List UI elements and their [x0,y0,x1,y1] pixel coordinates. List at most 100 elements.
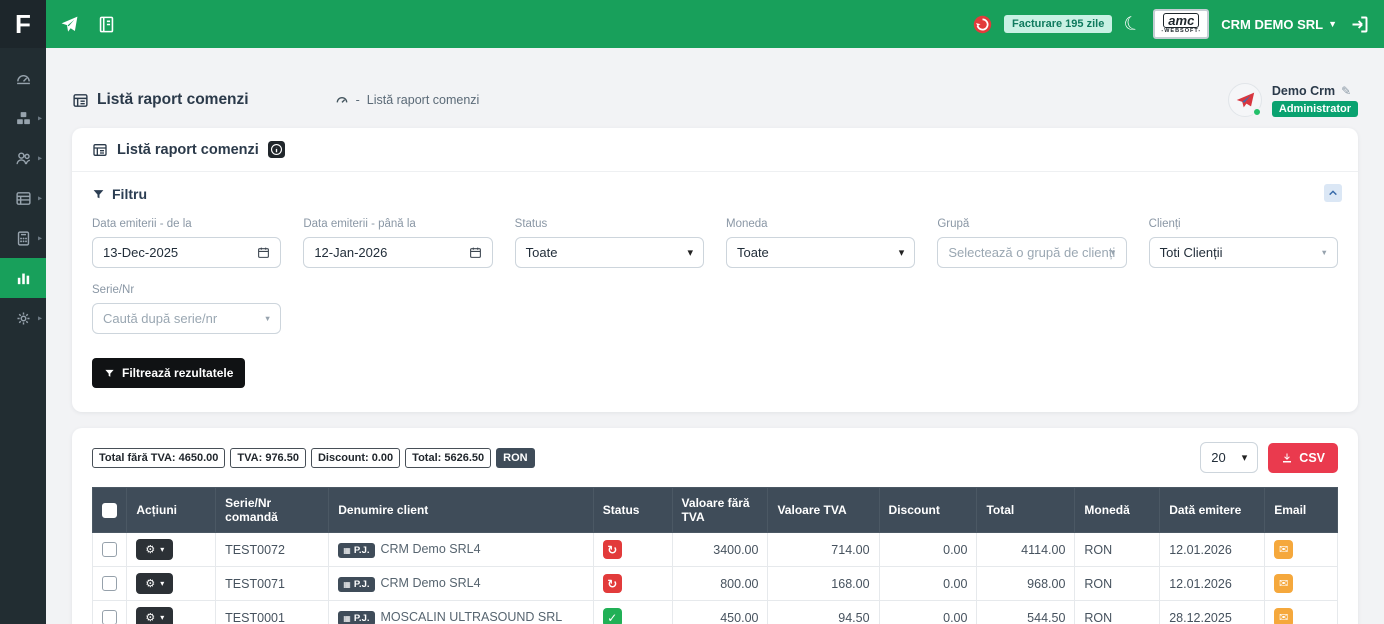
row-actions-button[interactable]: ⚙▾ [136,539,173,560]
grupa-select[interactable]: Selectează o grupă de clienți [937,237,1126,268]
page-size-select[interactable]: 20 [1200,442,1258,473]
sidebar-item-reports[interactable] [0,258,46,298]
row-actions-button[interactable]: ⚙▾ [136,607,173,624]
cell-email: ✉ [1265,533,1338,567]
serie-select[interactable]: Caută după serie/nr [92,303,281,334]
filter-section: Filtru Data emiterii - de la 13-Dec-2025 [72,171,1358,412]
list-icon [15,190,32,207]
email-icon[interactable]: ✉ [1274,540,1293,559]
gear-icon: ⚙ [145,611,155,624]
cell-date: 28.12.2025 [1160,601,1265,624]
chevron-right-icon: ▸ [38,314,42,323]
filter-submit-button[interactable]: Filtrează rezultatele [92,358,245,388]
clienti-select[interactable]: Toti Clienții [1149,237,1338,268]
cell-total: 544.50 [977,601,1075,624]
date-from-input[interactable]: 13-Dec-2025 [92,237,281,268]
send-icon[interactable] [60,15,79,34]
summary-total-badge: Total: 5626.50 [405,448,491,468]
sidebar-item-clients[interactable]: ▸ [0,138,46,178]
cell-date: 12.01.2026 [1160,533,1265,567]
facturare-status-icon[interactable] [973,15,992,34]
email-icon[interactable]: ✉ [1274,608,1293,624]
col-header-total: Total [977,488,1075,533]
download-icon [1281,452,1293,464]
calendar-icon [469,246,482,259]
breadcrumb-home-icon[interactable] [335,93,349,107]
col-header-status: Status [593,488,672,533]
select-all-checkbox[interactable] [102,503,117,518]
email-icon[interactable]: ✉ [1274,574,1293,593]
logout-icon[interactable] [1349,14,1370,35]
cell-total: 968.00 [977,567,1075,601]
cell-client: ▦P.J.CRM Demo SRL4 [329,533,594,567]
grupa-label: Grupă [937,218,1126,230]
date-to-input[interactable]: 12-Jan-2026 [303,237,492,268]
journal-icon[interactable] [97,15,116,34]
summary-vat-badge: TVA: 976.50 [230,448,306,468]
sidebar-item-invoices[interactable]: ▸ [0,218,46,258]
online-status-dot [1252,107,1262,117]
cell-email: ✉ [1265,601,1338,624]
status-icon [603,540,622,559]
status-label: Status [515,218,704,230]
summary-discount-badge: Discount: 0.00 [311,448,400,468]
building-icon: ▦ [343,614,351,623]
cell-serie: TEST0001 [216,601,329,624]
field-serie: Serie/Nr Caută după serie/nr [92,284,281,334]
chevron-right-icon: ▸ [38,194,42,203]
page-title: Listă raport comenzi [72,91,249,109]
amc-logo-text: amc [1163,13,1199,28]
sidebar-item-settings[interactable]: ▸ [0,298,46,338]
cell-serie: TEST0071 [216,567,329,601]
clienti-label: Clienți [1149,218,1338,230]
breadcrumb: - Listă raport comenzi [335,93,480,107]
csv-export-button[interactable]: CSV [1268,443,1338,473]
table-row: ⚙▾ TEST0001 ▦P.J.MOSCALIN ULTRASOUND SRL… [93,601,1338,624]
funnel-icon [92,188,105,201]
company-menu[interactable]: CRM DEMO SRL ▼ [1221,17,1337,32]
sidebar-item-documents[interactable]: ▸ [0,178,46,218]
serie-label: Serie/Nr [92,284,281,296]
avatar [1228,83,1262,117]
summary-row: Total fără TVA: 4650.00 TVA: 976.50 Disc… [92,442,1338,473]
col-header-client: Denumire client [329,488,594,533]
sidebar-item-dashboard[interactable] [0,58,46,98]
report-icon [92,142,108,158]
chevron-down-icon: ▾ [160,579,164,588]
cell-serie: TEST0072 [216,533,329,567]
sidebar-item-stock[interactable]: ▸ [0,98,46,138]
collapse-filter-button[interactable] [1324,184,1342,202]
cell-email: ✉ [1265,567,1338,601]
edit-profile-icon[interactable]: ✎ [1341,84,1351,98]
report-icon [72,92,89,109]
cell-net: 450.00 [672,601,768,624]
dashboard-icon [15,70,32,87]
cell-vat: 714.00 [768,533,879,567]
amc-websoft-logo: amc -WEBSOFT- [1153,9,1209,39]
chevron-down-icon: ▼ [1328,19,1337,29]
cell-status [593,567,672,601]
row-actions-button[interactable]: ⚙▾ [136,573,173,594]
facturare-badge: Facturare 195 zile [1004,15,1112,33]
client-type-badge: ▦P.J. [338,611,374,624]
app-logo[interactable]: F [0,0,46,48]
field-clienti: Clienți Toti Clienții [1149,218,1338,268]
cell-discount: 0.00 [879,601,977,624]
row-checkbox[interactable] [102,610,117,624]
building-icon: ▦ [343,580,351,589]
field-date-from: Data emiterii - de la 13-Dec-2025 [92,218,281,268]
row-checkbox[interactable] [102,576,117,591]
info-icon[interactable] [268,141,285,158]
col-header-actiuni: Acțiuni [127,488,216,533]
report-panel: Listă raport comenzi Filtru Data emiteri… [72,128,1358,412]
row-checkbox[interactable] [102,542,117,557]
col-header-moneda: Monedă [1075,488,1160,533]
cell-currency: RON [1075,601,1160,624]
dark-mode-icon[interactable]: ☾ [1121,10,1144,37]
cell-date: 12.01.2026 [1160,567,1265,601]
moneda-select[interactable]: Toate [726,237,915,268]
col-header-vat: Valoare TVA [768,488,879,533]
cell-currency: RON [1075,567,1160,601]
status-select[interactable]: Toate [515,237,704,268]
status-icon [603,608,622,624]
